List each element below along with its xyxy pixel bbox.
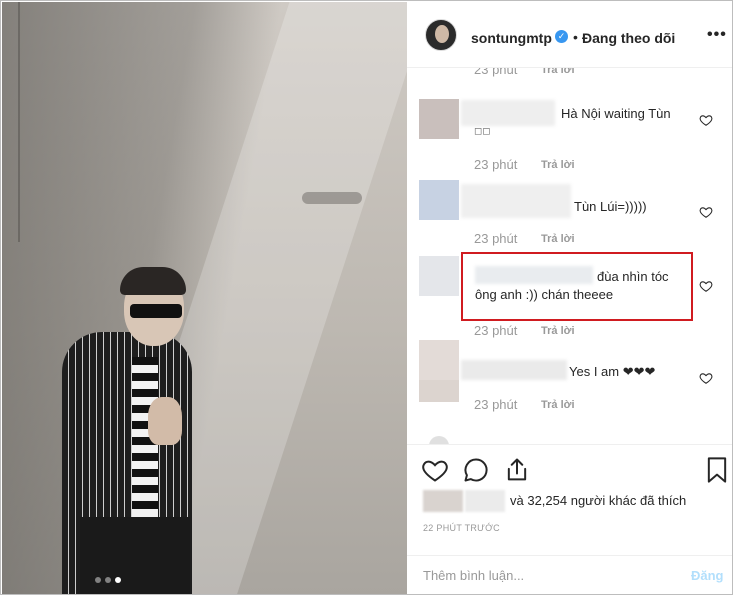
comment-time: 23 phút bbox=[474, 397, 518, 412]
wall-stain bbox=[302, 192, 362, 204]
comment-time: 23 phút bbox=[474, 68, 518, 77]
highlight-box bbox=[461, 252, 693, 321]
add-comment-input[interactable]: Thêm bình luận... bbox=[423, 568, 524, 583]
comment-text-continued: ◻◻ bbox=[474, 126, 491, 137]
instagram-post-modal: sontungmtp ✓ • Đang theo dõi ••• 23 phút… bbox=[0, 0, 733, 595]
comment-like-heart-icon[interactable] bbox=[699, 113, 713, 127]
share-icon[interactable] bbox=[503, 456, 531, 484]
comment-text: Hà Nội waiting Tùn bbox=[561, 106, 671, 121]
carousel-dot-active bbox=[115, 577, 121, 583]
commenter-avatar-partial bbox=[429, 436, 449, 444]
comment-reply-link[interactable]: Trả lời bbox=[541, 159, 575, 171]
save-bookmark-icon[interactable] bbox=[703, 456, 731, 484]
comment-bubble-icon[interactable] bbox=[462, 456, 490, 484]
comment-like-heart-icon[interactable] bbox=[699, 205, 713, 219]
following-button[interactable]: Đang theo dõi bbox=[582, 30, 675, 46]
carousel-indicator bbox=[95, 577, 121, 583]
more-options-icon[interactable]: ••• bbox=[707, 26, 727, 44]
person-hair bbox=[120, 267, 186, 295]
person-sunglasses bbox=[130, 304, 182, 318]
comment-time: 23 phút bbox=[474, 231, 518, 246]
post-header: sontungmtp ✓ • Đang theo dõi ••• bbox=[407, 2, 732, 68]
blurred-liker-name bbox=[465, 490, 505, 512]
comment-like-heart-icon[interactable] bbox=[699, 371, 713, 385]
post-comment-button[interactable]: Đăng bbox=[691, 568, 724, 583]
carousel-dot bbox=[105, 577, 111, 583]
author-username[interactable]: sontungmtp bbox=[471, 30, 552, 46]
likes-count[interactable]: và 32,254 người khác đã thích bbox=[510, 493, 686, 508]
wall-crack bbox=[18, 2, 20, 242]
comment-reply-link[interactable]: Trả lời bbox=[541, 399, 575, 411]
verified-badge-icon: ✓ bbox=[555, 30, 568, 43]
comment-reply-link[interactable]: Trả lời bbox=[541, 233, 575, 245]
commenter-avatar-extra bbox=[419, 380, 459, 402]
comment-like-heart-icon[interactable] bbox=[699, 279, 713, 293]
commenter-avatar[interactable] bbox=[419, 256, 459, 296]
commenter-avatar[interactable] bbox=[419, 340, 459, 380]
blurred-username bbox=[461, 184, 571, 218]
comment-reply-link[interactable]: Trả lời bbox=[541, 325, 575, 337]
post-actions: và 32,254 người khác đã thích 22 PHÚT TR… bbox=[407, 444, 732, 594]
comments-list[interactable]: 23 phút Trả lời Hà Nội waiting Tùn ◻◻ 23… bbox=[407, 68, 732, 444]
add-comment-row: Thêm bình luận... Đăng bbox=[407, 555, 732, 594]
commenter-avatar[interactable] bbox=[419, 180, 459, 220]
post-photo[interactable] bbox=[2, 2, 407, 594]
header-separator: • bbox=[573, 29, 578, 45]
person-pants bbox=[80, 517, 190, 594]
comment-text: Yes I am ❤❤❤ bbox=[569, 364, 656, 379]
comment-reply-link[interactable]: Trả lời bbox=[541, 68, 575, 76]
comment-text: Tùn Lúi=))))) bbox=[574, 199, 647, 214]
blurred-username bbox=[461, 360, 567, 380]
person-hands bbox=[148, 397, 182, 445]
post-side-panel: sontungmtp ✓ • Đang theo dõi ••• 23 phút… bbox=[407, 2, 732, 594]
comment-time: 23 phút bbox=[474, 323, 518, 338]
author-avatar[interactable] bbox=[425, 19, 457, 51]
like-heart-icon[interactable] bbox=[421, 456, 449, 484]
post-time-ago: 22 PHÚT TRƯỚC bbox=[423, 523, 500, 533]
commenter-avatar[interactable] bbox=[419, 99, 459, 139]
carousel-dot bbox=[95, 577, 101, 583]
liker-avatar[interactable] bbox=[423, 490, 463, 512]
comment-time: 23 phút bbox=[474, 157, 518, 172]
